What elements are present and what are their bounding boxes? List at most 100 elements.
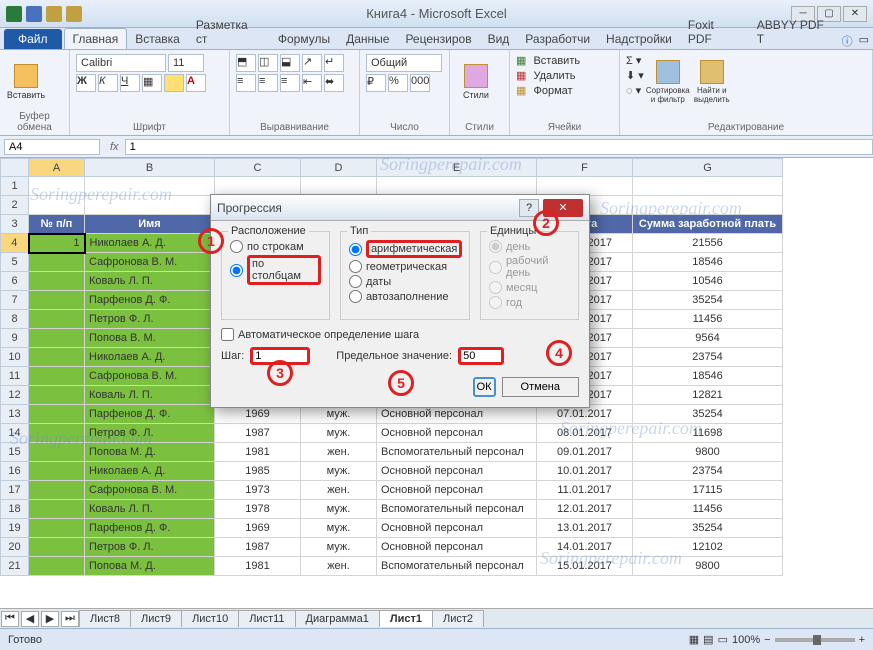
cell-A18[interactable]	[29, 500, 85, 519]
row-header-19[interactable]: 19	[1, 519, 29, 538]
cell-A7[interactable]	[29, 291, 85, 310]
col-header-A[interactable]: A	[29, 159, 85, 177]
row-header-9[interactable]: 9	[1, 329, 29, 348]
zoom-in[interactable]: +	[859, 634, 865, 646]
cell-E14[interactable]: Основной персонал	[377, 424, 537, 443]
radio-geometric[interactable]: геометрическая	[349, 260, 461, 273]
limit-input[interactable]	[458, 347, 504, 365]
sheet-tab-Лист10[interactable]: Лист10	[181, 610, 239, 627]
font-name-combo[interactable]: Calibri	[76, 54, 166, 72]
radio-autofill[interactable]: автозаполнение	[349, 290, 461, 303]
cell-F19[interactable]: 13.01.2017	[537, 519, 633, 538]
ribbon-minimize-icon[interactable]: ▭	[859, 33, 869, 49]
font-color-button[interactable]: A	[186, 74, 206, 92]
find-select-button[interactable]: Найти и выделить	[692, 54, 732, 110]
fill-color-button[interactable]	[164, 74, 184, 92]
cell-A19[interactable]	[29, 519, 85, 538]
row-header-11[interactable]: 11	[1, 367, 29, 386]
cell-C14[interactable]: 1987	[215, 424, 301, 443]
cell-G16[interactable]: 23754	[633, 462, 783, 481]
cell-A8[interactable]	[29, 310, 85, 329]
sort-filter-button[interactable]: Сортировка и фильтр	[648, 54, 688, 110]
row-header-12[interactable]: 12	[1, 386, 29, 405]
row-header-10[interactable]: 10	[1, 348, 29, 367]
cell-B14[interactable]: Петров Ф. Л.	[85, 424, 215, 443]
cell-G13[interactable]: 35254	[633, 405, 783, 424]
row-header-8[interactable]: 8	[1, 310, 29, 329]
cell-B10[interactable]: Николаев А. Д.	[85, 348, 215, 367]
cell-A9[interactable]	[29, 329, 85, 348]
sheet-tab-Лист9[interactable]: Лист9	[130, 610, 182, 627]
row-header-3[interactable]: 3	[1, 215, 29, 234]
row-header-2[interactable]: 2	[1, 196, 29, 215]
currency[interactable]: ₽	[366, 74, 386, 92]
radio-dates[interactable]: даты	[349, 275, 461, 288]
zoom-slider[interactable]	[775, 638, 855, 642]
cell-G17[interactable]: 17115	[633, 481, 783, 500]
row-header-1[interactable]: 1	[1, 177, 29, 196]
tab-foxit[interactable]: Foxit PDF	[680, 15, 749, 49]
cell-G5[interactable]: 18546	[633, 253, 783, 272]
cell-C19[interactable]: 1969	[215, 519, 301, 538]
insert-cells-button[interactable]: ▦ Вставить	[516, 54, 613, 67]
col-header-F[interactable]: F	[537, 159, 633, 177]
tab-view[interactable]: Вид	[480, 29, 518, 49]
underline-button[interactable]: Ч	[120, 74, 140, 92]
cell-A6[interactable]	[29, 272, 85, 291]
cell-B8[interactable]: Петров Ф. Л.	[85, 310, 215, 329]
row-header-21[interactable]: 21	[1, 557, 29, 576]
cell-F17[interactable]: 11.01.2017	[537, 481, 633, 500]
zoom-level[interactable]: 100%	[732, 634, 760, 646]
cell-C18[interactable]: 1978	[215, 500, 301, 519]
cell-A10[interactable]	[29, 348, 85, 367]
align-right[interactable]: ≡	[280, 74, 300, 92]
row-header-14[interactable]: 14	[1, 424, 29, 443]
tab-abbyy[interactable]: ABBYY PDF T	[749, 15, 842, 49]
zoom-out[interactable]: −	[764, 634, 770, 646]
row-header-17[interactable]: 17	[1, 481, 29, 500]
row-header-15[interactable]: 15	[1, 443, 29, 462]
col-header-E[interactable]: E	[377, 159, 537, 177]
cell-A20[interactable]	[29, 538, 85, 557]
cell-B21[interactable]: Попова М. Д.	[85, 557, 215, 576]
cell-D15[interactable]: жен.	[301, 443, 377, 462]
sheet-nav-prev[interactable]: ◀	[21, 611, 39, 627]
cell-F21[interactable]: 15.01.2017	[537, 557, 633, 576]
cell-G9[interactable]: 9564	[633, 329, 783, 348]
col-header-D[interactable]: D	[301, 159, 377, 177]
cell-F15[interactable]: 09.01.2017	[537, 443, 633, 462]
cell-A17[interactable]	[29, 481, 85, 500]
tab-home[interactable]: Главная	[64, 28, 128, 49]
close-button[interactable]: ✕	[843, 6, 867, 22]
radio-by-columns[interactable]: по столбцам	[230, 255, 321, 285]
cell-A14[interactable]	[29, 424, 85, 443]
cell-A15[interactable]	[29, 443, 85, 462]
row-header-5[interactable]: 5	[1, 253, 29, 272]
cell-B16[interactable]: Николаев А. Д.	[85, 462, 215, 481]
cell-G15[interactable]: 9800	[633, 443, 783, 462]
formula-bar[interactable]	[125, 139, 873, 155]
cell-A16[interactable]	[29, 462, 85, 481]
radio-by-rows[interactable]: по строкам	[230, 240, 321, 253]
clear-button[interactable]: ◌ ▾	[626, 84, 644, 97]
cell-B13[interactable]: Парфенов Д. Ф.	[85, 405, 215, 424]
cell-F14[interactable]: 08.01.2017	[537, 424, 633, 443]
fill-button[interactable]: ⬇ ▾	[626, 69, 644, 82]
cell-G21[interactable]: 9800	[633, 557, 783, 576]
cell-F20[interactable]: 14.01.2017	[537, 538, 633, 557]
paste-button[interactable]: Вставить	[6, 54, 46, 109]
font-size-combo[interactable]: 11	[168, 54, 204, 72]
cell-E19[interactable]: Основной персонал	[377, 519, 537, 538]
autosum-button[interactable]: Σ ▾	[626, 54, 644, 67]
cell-E16[interactable]: Основной персонал	[377, 462, 537, 481]
cell-D19[interactable]: муж.	[301, 519, 377, 538]
cell-B5[interactable]: Сафронова В. М.	[85, 253, 215, 272]
help-icon[interactable]: ⓘ	[842, 33, 853, 49]
tab-layout[interactable]: Разметка ст	[188, 15, 270, 49]
cell-C16[interactable]: 1985	[215, 462, 301, 481]
cell-B19[interactable]: Парфенов Д. Ф.	[85, 519, 215, 538]
cell-C21[interactable]: 1981	[215, 557, 301, 576]
cell-E20[interactable]: Основной персонал	[377, 538, 537, 557]
row-header-4[interactable]: 4	[1, 234, 29, 253]
cell-B7[interactable]: Парфенов Д. Ф.	[85, 291, 215, 310]
